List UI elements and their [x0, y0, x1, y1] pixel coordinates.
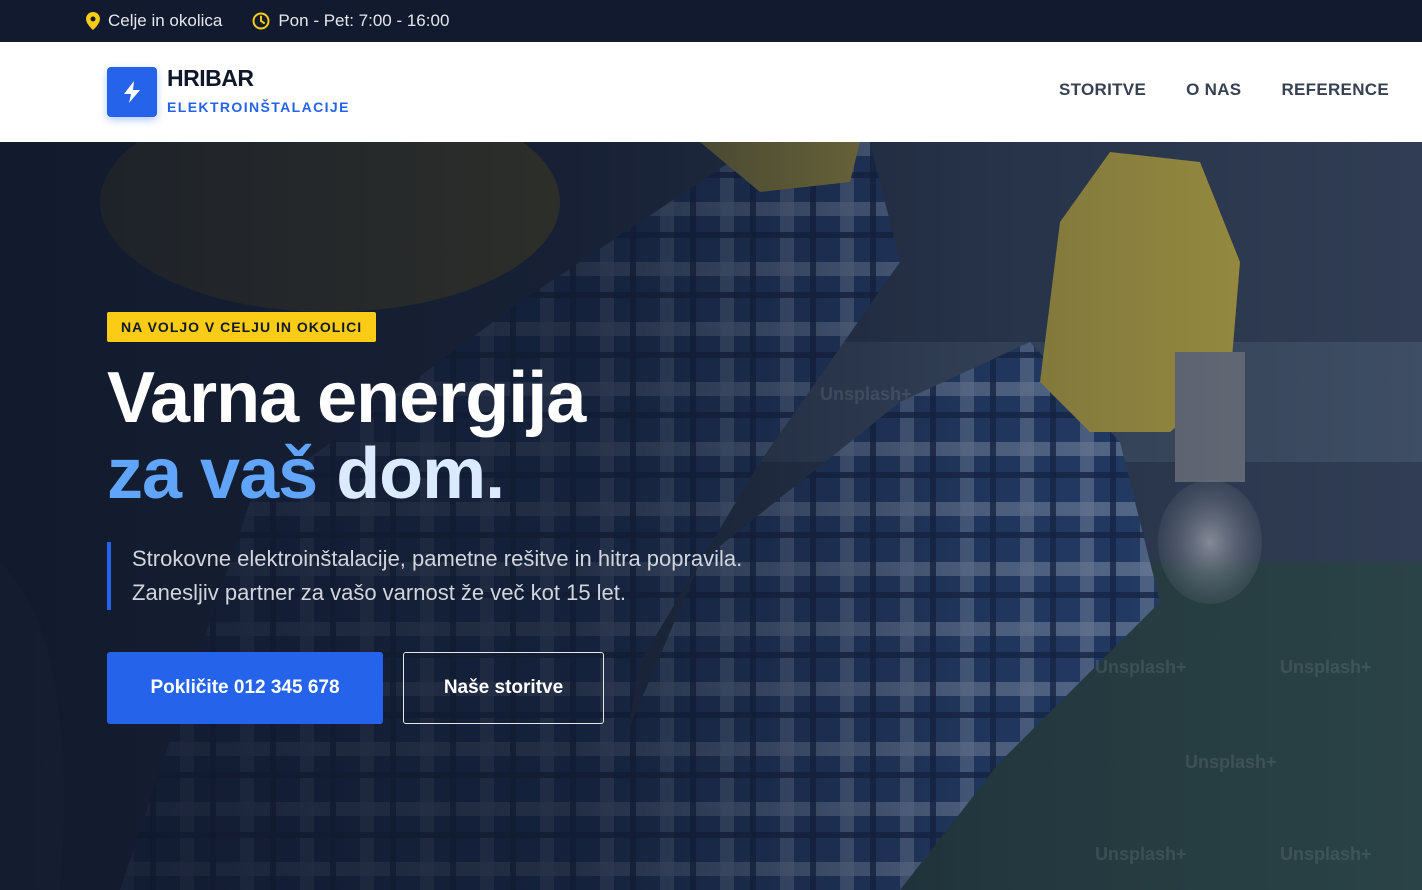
nav-item-o-nas[interactable]: O NAS [1186, 80, 1241, 100]
call-button[interactable]: Pokličite 012 345 678 [107, 652, 383, 724]
headline-highlight: za vaš [107, 434, 318, 514]
watermark: Unsplash+ [1280, 844, 1372, 864]
hero-lead: Strokovne elektroinštalacije, pametne re… [107, 542, 807, 610]
watermark: Unsplash+ [1280, 657, 1372, 677]
hero-overlay [0, 142, 1422, 890]
headline-line-1: Varna energija [107, 358, 586, 438]
nav-item-reference[interactable]: REFERENCE [1281, 80, 1389, 100]
site-header: HRIBAR ELEKTROINŠTALACIJE STORITVE O NAS… [0, 42, 1422, 142]
watermark: Unsplash+ [1095, 657, 1187, 677]
location-text: Celje in okolica [108, 11, 223, 30]
hours-info: Pon - Pet: 7:00 - 16:00 [252, 11, 449, 31]
logo[interactable] [107, 67, 157, 117]
availability-badge: NA VOLJO V CELJU IN OKOLICI [107, 312, 377, 342]
headline-end: dom. [336, 434, 505, 514]
main-nav: STORITVE O NAS REFERENCE [1019, 80, 1389, 100]
watermark: Unsplash+ [1095, 844, 1187, 864]
lead-line-2: Zanesljiv partner za vašo varnost že več… [132, 580, 627, 605]
hero-headline: Varna energija za vaš dom. [107, 358, 586, 514]
watermark: Unsplash+ [820, 384, 912, 404]
brand-name[interactable]: HRIBAR [167, 65, 254, 92]
lead-line-1: Strokovne elektroinštalacije, pametne re… [132, 546, 743, 571]
brand-subtitle: ELEKTROINŠTALACIJE [167, 99, 350, 115]
hero-section: Unsplash+ Unsplash+ Unsplash+ Unsplash+ … [0, 142, 1422, 890]
hours-text: Pon - Pet: 7:00 - 16:00 [278, 11, 450, 30]
lightning-bolt-icon [124, 81, 140, 103]
map-pin-icon [86, 12, 100, 30]
top-info-bar: Celje in okolica Pon - Pet: 7:00 - 16:00 [0, 0, 1422, 42]
location-info: Celje in okolica [86, 11, 222, 31]
services-button[interactable]: Naše storitve [403, 652, 604, 724]
watermark: Unsplash+ [1185, 752, 1277, 772]
clock-icon [252, 12, 270, 30]
nav-item-storitve[interactable]: STORITVE [1059, 80, 1146, 100]
